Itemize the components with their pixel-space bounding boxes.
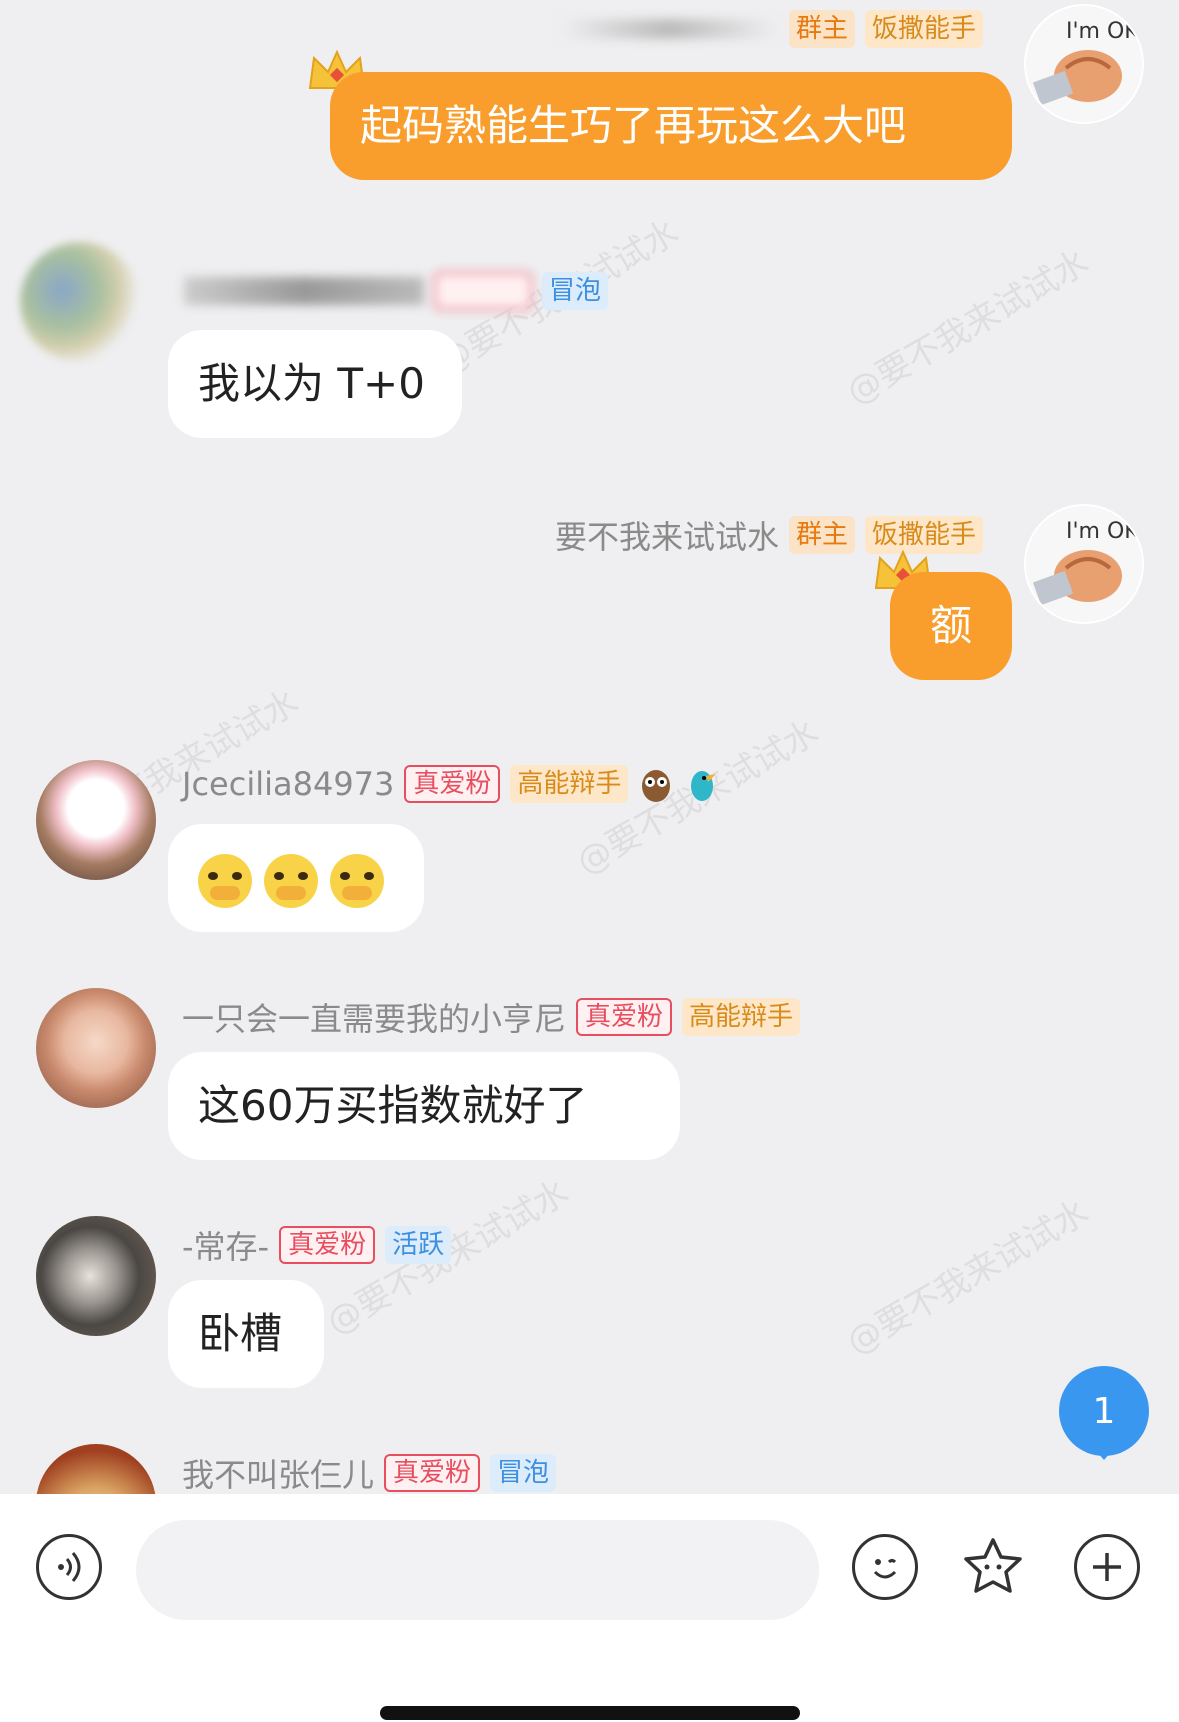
message-input[interactable] (136, 1520, 819, 1620)
blurred-sender-name (184, 277, 424, 305)
badge-fan: 真爱粉 (576, 998, 673, 1036)
message-bubble-outgoing[interactable]: 额 (890, 572, 1012, 680)
badge-active: 活跃 (385, 1226, 452, 1264)
sticker-button[interactable] (960, 1534, 1026, 1600)
avatar[interactable] (36, 1216, 156, 1336)
sender-row: 冒泡 (184, 272, 609, 310)
sender-name: Jcecilia84973 (182, 765, 395, 803)
svg-text:I'm OK!: I'm OK! (1066, 19, 1142, 44)
unread-bubble-tail (1092, 1446, 1116, 1460)
sender-name: -常存- (182, 1228, 270, 1266)
avatar[interactable] (20, 242, 140, 362)
sender-row: Jcecilia84973 真爱粉 高能辩手 (182, 764, 720, 804)
bird-icon (691, 771, 717, 801)
badge-talent: 饭撒能手 (864, 10, 983, 48)
avatar[interactable]: I'm OK! (1024, 4, 1144, 124)
message-bubble-incoming[interactable] (168, 824, 424, 932)
home-indicator (380, 1706, 800, 1720)
message-bubble-outgoing[interactable]: 起码熟能生巧了再玩这么大吧 (330, 72, 1012, 180)
blurred-sender-name (558, 19, 779, 39)
badge-bubble: 冒泡 (542, 272, 609, 310)
owl-icon (642, 770, 671, 802)
message-bubble-incoming[interactable]: 卧槽 (168, 1280, 324, 1388)
voice-button[interactable] (36, 1534, 102, 1600)
watermark: @要不我来试试水 (839, 242, 1096, 413)
cat-avatar-icon: I'm OK! (1026, 6, 1142, 122)
input-bar (0, 1494, 1179, 1722)
blurred-badge (434, 272, 532, 310)
badge-bubble: 冒泡 (490, 1454, 557, 1492)
avatar[interactable] (36, 988, 156, 1108)
avatar[interactable] (36, 760, 156, 880)
sender-name: 要不我来试试水 (554, 518, 779, 556)
sender-row: -常存- 真爱粉 活跃 (182, 1222, 452, 1268)
avatar[interactable] (36, 1444, 156, 1494)
badge-owner: 群主 (788, 10, 855, 48)
add-button[interactable] (1074, 1534, 1140, 1600)
sender-row: 一只会一直需要我的小亨尼 真爱粉 高能辩手 (182, 994, 801, 1040)
voice-icon (58, 1552, 81, 1582)
badge-owner: 群主 (788, 516, 855, 554)
sender-name: 我不叫张仨儿 (182, 1456, 375, 1494)
plus-icon (1093, 1553, 1121, 1581)
badge-fan: 真爱粉 (404, 765, 501, 803)
sender-name: 一只会一直需要我的小亨尼 (182, 1000, 567, 1038)
cat-avatar-icon: I'm OK! (1026, 506, 1142, 622)
badge-debater: 高能辩手 (510, 765, 629, 803)
badge-fan: 真爱粉 (384, 1454, 481, 1492)
star-face-icon (964, 1538, 1022, 1593)
badge-debater: 高能辩手 (682, 998, 801, 1036)
sender-row: 我不叫张仨儿 真爱粉 冒泡 (182, 1450, 557, 1494)
cry-emoji-icon (198, 853, 252, 908)
message-bubble-incoming[interactable]: 这60万买指数就好了 (168, 1052, 680, 1160)
chat-area[interactable]: @要不我来试试水 @要不我来试试水 @要不我来试试水 @要不我来试试水 @要不我… (0, 0, 1179, 1494)
badge-fan: 真爱粉 (279, 1226, 376, 1264)
svg-text:I'm OK!: I'm OK! (1066, 519, 1142, 544)
watermark: @要不我来试试水 (839, 1192, 1096, 1363)
emoji-button[interactable] (852, 1534, 918, 1600)
unread-count-button[interactable]: 1 (1059, 1366, 1149, 1456)
cry-emoji-icon (264, 853, 318, 908)
sender-row: 群主 饭撒能手 (558, 10, 983, 48)
cry-emoji-icon (330, 853, 384, 908)
smiley-icon (873, 1559, 897, 1579)
avatar[interactable]: I'm OK! (1024, 504, 1144, 624)
message-bubble-incoming[interactable]: 我以为 T+0 (168, 330, 462, 438)
